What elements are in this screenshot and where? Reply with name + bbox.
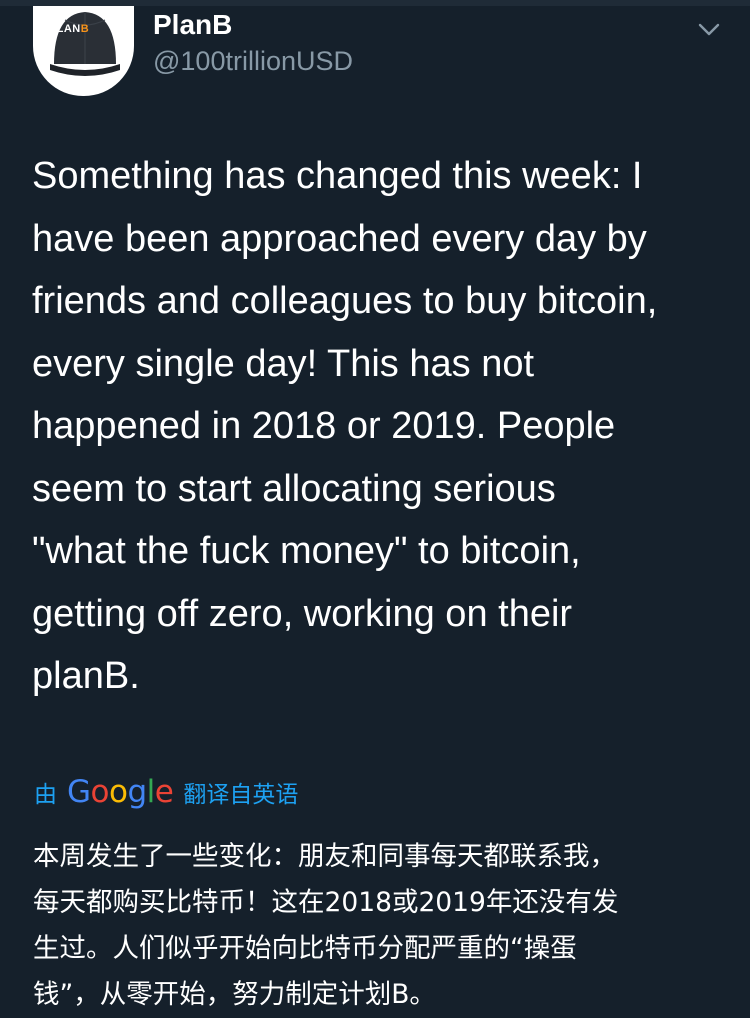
translated-text-line: 生过。人们似乎开始向比特币分配严重的“操蛋 [33,933,577,964]
tweet-text-line: "what the fuck money" to bitcoin, [32,530,581,572]
translated-text-line: 本周发生了一些变化：朋友和同事每天都联系我， [33,841,616,872]
google-logo-letter: e [154,773,174,810]
google-logo-letter: g [127,773,147,810]
cap-logo-text: PLAN [48,23,81,35]
translation-attribution[interactable]: 由 Google 翻译自英语 [34,772,298,812]
translated-tweet-text: 本周发生了一些变化：朋友和同事每天都联系我， 每天都购买比特币！这在2018或2… [33,834,733,1018]
author-handle[interactable]: @100trillionUSD [153,46,353,77]
cap-image [50,12,120,76]
tweet-text-line: Something has changed this week: I [32,155,643,197]
cap-logo: PLANB [47,23,91,35]
translation-prefix: 由 [34,782,57,808]
tweet-text-line: getting off zero, working on their [32,592,573,635]
translated-text-line: 钱”，从零开始，努力制定计划B。 [33,979,436,1010]
avatar[interactable]: PLANB [33,6,134,96]
translated-text-line: 每天都购买比特币！这在2018或2019年还没有发 [33,887,619,918]
tweet-text-line: have been approached every day by [32,217,647,260]
tweet-text-line: happened in 2018 or 2019. People [32,405,616,447]
cap-logo-mark: B [80,23,90,35]
google-logo-letter: G [67,773,91,810]
author-display-name[interactable]: PlanB [153,9,232,41]
tweet-text-line: friends and colleagues to buy bitcoin, [32,280,658,322]
chevron-down-icon[interactable] [696,16,722,42]
tweet-text: Something has changed this week: I have … [32,145,732,708]
tweet-text-line: every single day! This has not [32,342,535,385]
translation-suffix: 翻译自英语 [183,782,299,808]
tweet-text-line: planB. [32,655,140,697]
google-logo: Google [67,773,174,810]
tweet-text-line: seem to start allocating serious [32,467,556,510]
google-logo-letter: o [109,773,128,810]
google-logo-letter: o [90,773,110,810]
google-logo-letter: l [146,773,156,810]
